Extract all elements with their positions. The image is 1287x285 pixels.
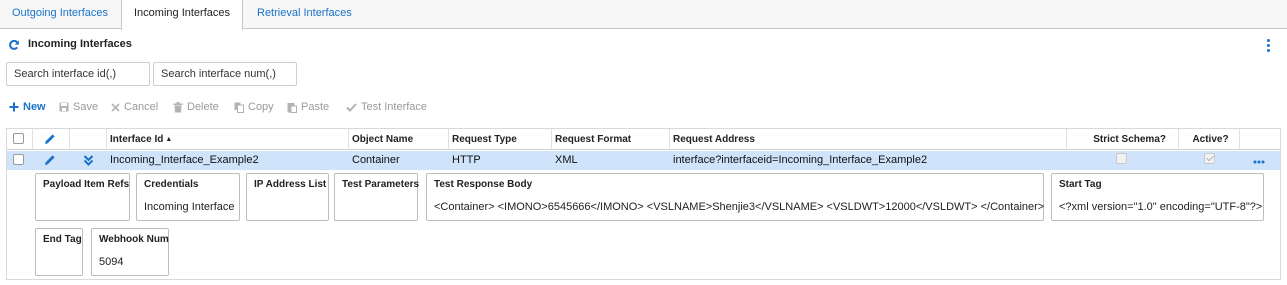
new-button-label: New — [23, 101, 46, 113]
new-button[interactable]: New — [9, 100, 46, 114]
credentials-label: Credentials — [144, 179, 199, 190]
column-header-active[interactable]: Active? — [1179, 129, 1240, 150]
copy-icon — [234, 102, 244, 113]
column-header-request-format[interactable]: Request Format — [552, 129, 670, 150]
webhook-num-label: Webhook Num — [99, 234, 169, 245]
copy-button-label: Copy — [248, 101, 274, 113]
strict-schema-checkbox[interactable] — [1116, 153, 1127, 164]
start-tag-field[interactable]: Start Tag <?xml version="1.0" encoding="… — [1051, 173, 1264, 221]
test-parameters-label: Test Parameters — [342, 179, 420, 190]
column-header-strict-schema[interactable]: Strict Schema? — [1067, 129, 1179, 150]
row-select-checkbox[interactable] — [13, 154, 24, 165]
cancel-button[interactable]: Cancel — [111, 100, 158, 114]
pencil-icon — [45, 134, 55, 144]
row-actions-ellipsis-icon[interactable] — [1253, 160, 1265, 164]
column-header-interface-id[interactable]: Interface Id ▲ — [107, 129, 349, 150]
close-icon — [111, 102, 120, 112]
paste-icon — [287, 102, 297, 113]
check-icon — [346, 102, 357, 112]
delete-button-label: Delete — [187, 101, 219, 113]
payload-item-refs-label: Payload Item Refs — [43, 179, 130, 190]
interface-id-header-label: Interface Id — [110, 134, 164, 145]
credentials-field[interactable]: Credentials Incoming Interface — [136, 173, 240, 221]
request-type-cell[interactable]: HTTP — [449, 151, 481, 170]
start-tag-label: Start Tag — [1059, 179, 1102, 190]
start-tag-value: <?xml version="1.0" encoding="UTF-8"?> — [1059, 201, 1263, 213]
test-parameters-field[interactable]: Test Parameters — [334, 173, 420, 221]
panel-title: Incoming Interfaces — [28, 38, 132, 50]
copy-button[interactable]: Copy — [234, 100, 274, 114]
paste-button[interactable]: Paste — [287, 100, 329, 114]
grid-header: Interface Id ▲ Object Name Request Type R… — [7, 129, 1280, 150]
request-address-cell[interactable]: interface?interfaceid=Incoming_Interface… — [670, 151, 927, 170]
search-interface-id-input[interactable] — [6, 62, 150, 86]
end-tag-label: End Tag — [43, 234, 82, 245]
test-response-body-value: <Container> <IMONO>6545666</IMONO> <VSLN… — [434, 201, 1045, 213]
paste-button-label: Paste — [301, 101, 330, 113]
sort-ascending-icon: ▲ — [165, 136, 173, 143]
select-all-cell — [7, 129, 33, 150]
save-icon — [59, 102, 69, 112]
refresh-icon[interactable] — [8, 39, 20, 51]
chevron-double-down-icon[interactable] — [83, 155, 94, 166]
test-response-body-label: Test Response Body — [434, 179, 533, 190]
payload-item-refs-field[interactable]: Payload Item Refs — [35, 173, 130, 221]
cancel-button-label: Cancel — [124, 101, 159, 113]
tab-bar: Outgoing Interfaces Incoming Interfaces … — [0, 0, 1287, 30]
object-name-cell[interactable]: Container — [349, 151, 400, 170]
tab-incoming-interfaces[interactable]: Incoming Interfaces — [121, 0, 243, 30]
active-checkbox[interactable] — [1204, 153, 1215, 164]
tab-outgoing-interfaces[interactable]: Outgoing Interfaces — [0, 0, 120, 29]
tab-retrieval-interfaces[interactable]: Retrieval Interfaces — [245, 0, 364, 29]
column-header-request-type[interactable]: Request Type — [449, 129, 552, 150]
search-interface-num-input[interactable] — [153, 62, 297, 86]
ip-address-list-label: IP Address List — [254, 179, 327, 190]
edit-row-pencil-icon[interactable] — [44, 154, 56, 166]
select-all-checkbox[interactable] — [13, 133, 24, 144]
trash-icon — [173, 101, 183, 112]
credentials-value: Incoming Interface — [144, 201, 235, 213]
column-header-request-address[interactable]: Request Address — [670, 129, 1067, 150]
save-button-label: Save — [73, 101, 99, 113]
interfaces-grid: Interface Id ▲ Object Name Request Type R… — [6, 128, 1281, 280]
table-row[interactable]: Incoming_Interface_Example2 Container HT… — [7, 151, 1280, 170]
webhook-num-value: 5094 — [99, 256, 124, 268]
test-response-body-field[interactable]: Test Response Body <Container> <IMONO>65… — [426, 173, 1044, 221]
end-tag-field[interactable]: End Tag — [35, 228, 83, 276]
webhook-num-field[interactable]: Webhook Num 5094 — [91, 228, 169, 276]
more-options-icon[interactable] — [1263, 39, 1273, 53]
delete-button[interactable]: Delete — [173, 100, 219, 114]
column-header-object-name[interactable]: Object Name — [349, 129, 449, 150]
plus-icon — [9, 102, 19, 112]
test-interface-button-label: Test Interface — [361, 101, 428, 113]
test-interface-button[interactable]: Test Interface — [346, 100, 427, 114]
request-format-cell[interactable]: XML — [552, 151, 578, 170]
edit-column-header — [33, 129, 70, 150]
save-button[interactable]: Save — [59, 100, 98, 114]
ip-address-list-field[interactable]: IP Address List — [246, 173, 329, 221]
expand-column-header — [70, 129, 107, 150]
interface-id-cell[interactable]: Incoming_Interface_Example2 — [107, 151, 259, 170]
